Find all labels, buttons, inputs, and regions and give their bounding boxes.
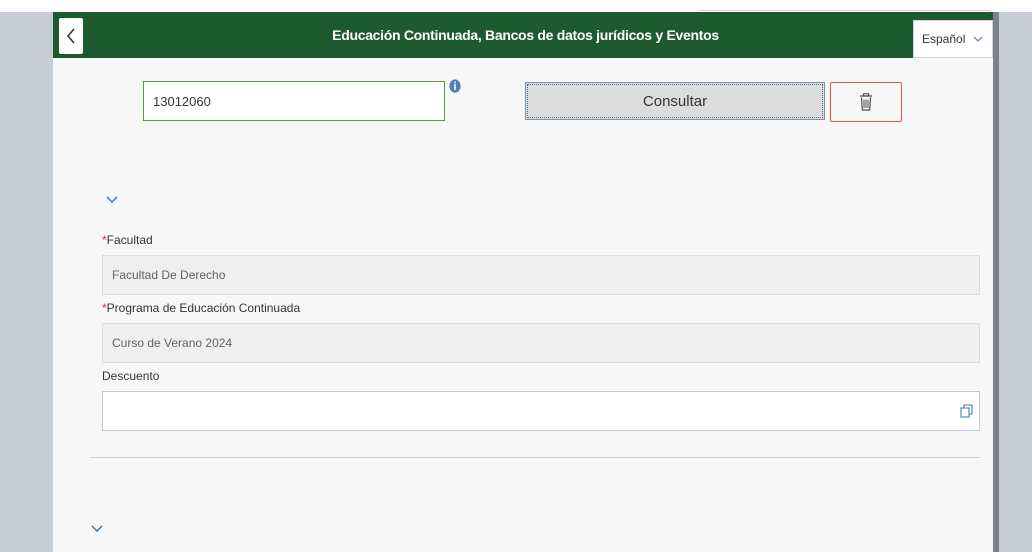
faculty-field: Facultad De Derecho <box>102 255 980 295</box>
program-field: Curso de Verano 2024 <box>102 323 980 363</box>
chevron-down-icon <box>973 36 983 42</box>
app-header: Educación Continuada, Bancos de datos ju… <box>53 12 998 58</box>
program-label-text: Programa de Educación Continuada <box>106 301 301 315</box>
value-help-icon[interactable] <box>960 404 973 418</box>
back-button[interactable] <box>59 18 83 54</box>
info-icon[interactable] <box>449 79 461 93</box>
main-panel: Educación Continuada, Bancos de datos ju… <box>53 12 998 552</box>
page-title: Educación Continuada, Bancos de datos ju… <box>332 27 719 43</box>
top-strip <box>0 0 1032 12</box>
section-toggle-chevron-down-icon[interactable] <box>90 524 104 534</box>
delete-button[interactable] <box>830 82 902 122</box>
language-select[interactable]: Español <box>913 20 993 58</box>
id-input[interactable]: 13012060 <box>143 81 445 121</box>
section-divider <box>90 457 980 458</box>
panel-shadow <box>993 12 999 552</box>
language-selected-value: Español <box>922 32 966 46</box>
trash-icon <box>860 93 872 111</box>
top-divider <box>700 10 990 11</box>
program-label: *Programa de Educación Continuada <box>102 301 300 315</box>
discount-label: Descuento <box>102 369 160 383</box>
section-toggle-chevron-down-icon[interactable] <box>105 195 119 205</box>
faculty-label: *Facultad <box>102 233 153 247</box>
chevron-left-icon <box>66 28 75 44</box>
consult-button[interactable]: Consultar <box>525 82 825 120</box>
discount-input[interactable] <box>102 391 980 431</box>
faculty-label-text: Facultad <box>106 233 153 247</box>
